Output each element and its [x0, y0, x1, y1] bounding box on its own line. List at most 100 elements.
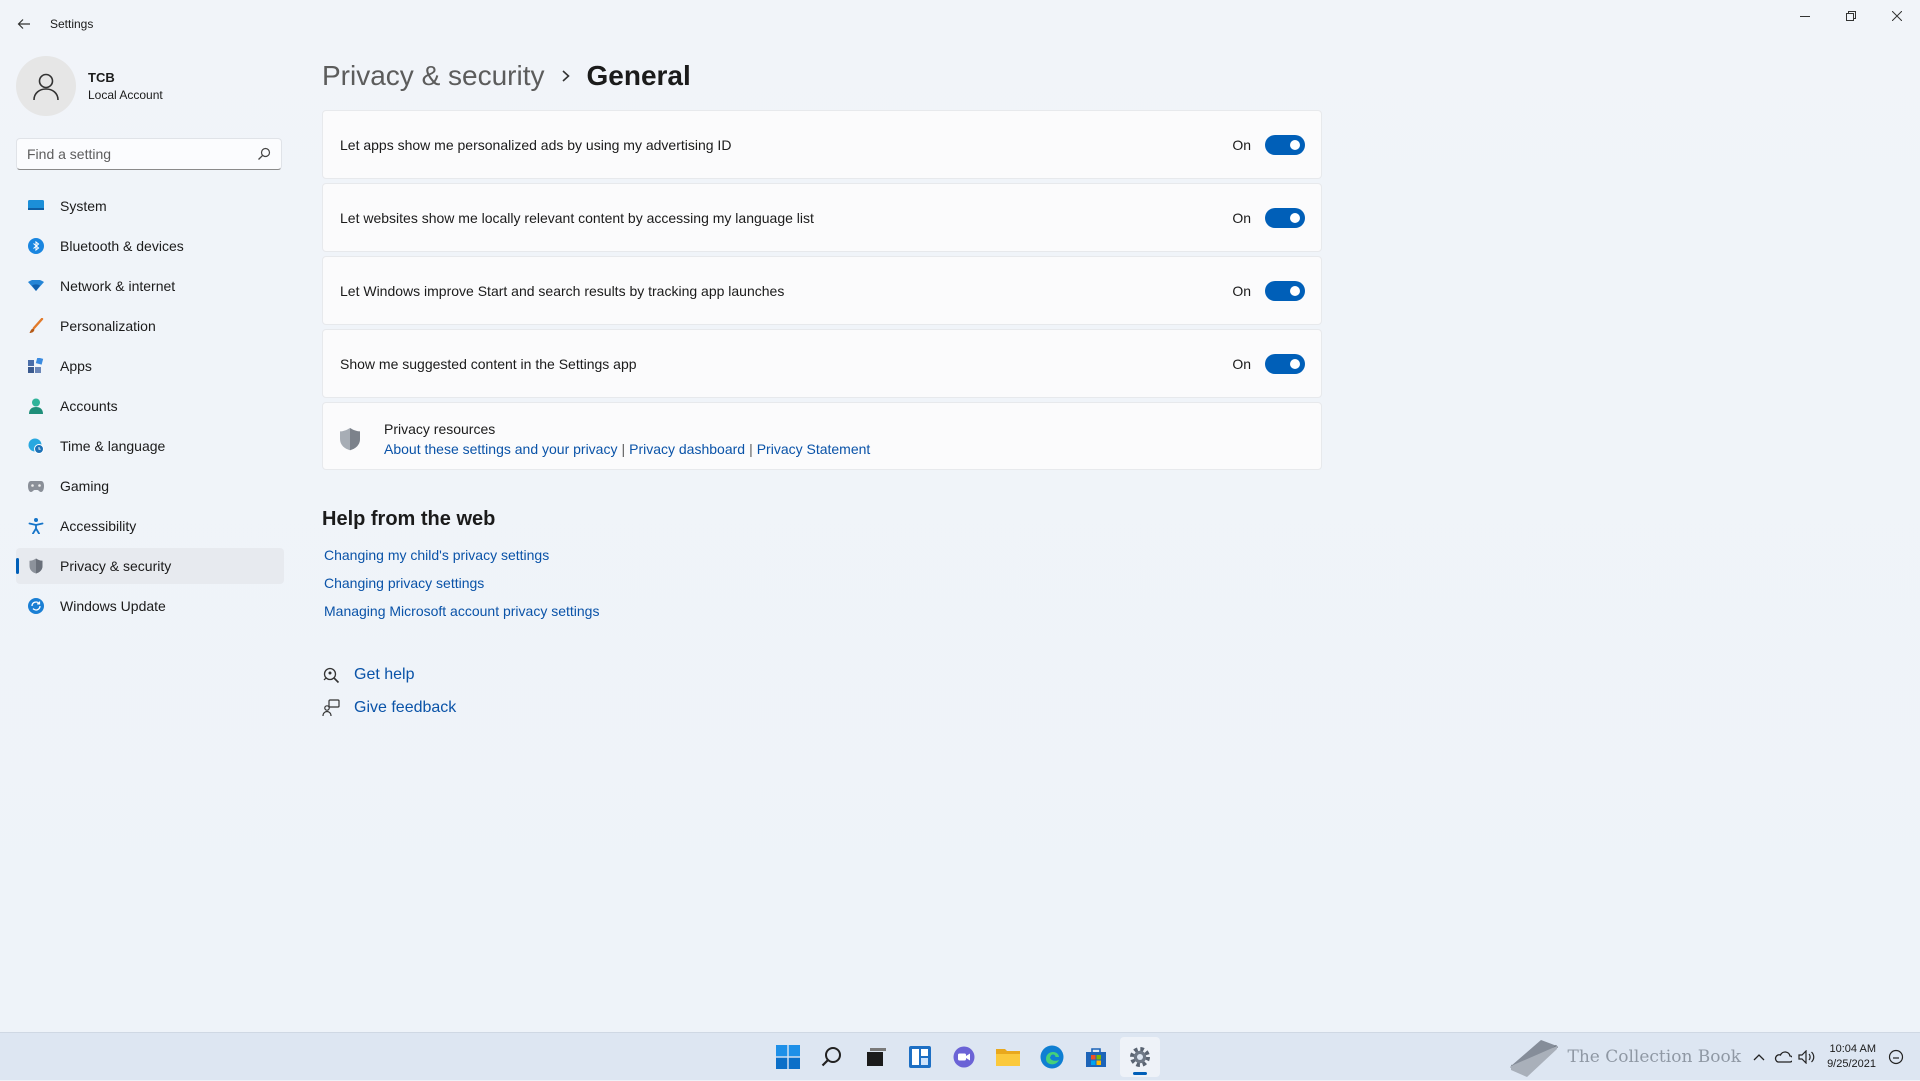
shield-icon — [28, 558, 44, 574]
system-tray: The Collection Book 10:04 AM 9/25/2021 — [1507, 1033, 1908, 1081]
user-icon — [33, 73, 59, 101]
accessibility-icon — [28, 518, 44, 534]
taskbar-search-button[interactable] — [812, 1037, 852, 1077]
setting-label: Let Windows improve Start and search res… — [340, 282, 785, 299]
edge-icon — [1040, 1045, 1064, 1069]
taskbar-store-button[interactable] — [1076, 1037, 1116, 1077]
close-button[interactable] — [1874, 0, 1920, 32]
watermark: The Collection Book — [1507, 1036, 1741, 1078]
close-icon — [1892, 11, 1902, 21]
volume-icon[interactable] — [1797, 1047, 1817, 1067]
setting-card-language-list: Let websites show me locally relevant co… — [322, 183, 1322, 252]
about-settings-link[interactable]: About these settings and your privacy — [384, 441, 617, 457]
taskbar-clock[interactable]: 10:04 AM 9/25/2021 — [1827, 1042, 1876, 1072]
profile-name: TCB — [88, 70, 115, 85]
suggested-content-toggle[interactable] — [1265, 353, 1305, 374]
user-profile[interactable]: TCB Local Account — [16, 56, 284, 116]
window-controls — [1782, 0, 1920, 32]
back-button[interactable] — [12, 12, 36, 36]
widgets-icon — [909, 1046, 931, 1068]
watermark-text: The Collection Book — [1567, 1047, 1742, 1067]
setting-card-suggested-content: Show me suggested content in the Setting… — [322, 329, 1322, 398]
sidebar-item-label: Privacy & security — [60, 558, 172, 574]
toggle-knob — [1290, 212, 1300, 223]
restore-button[interactable] — [1828, 0, 1874, 32]
setting-card-app-launches: Let Windows improve Start and search res… — [322, 256, 1322, 325]
taskbar-apps — [766, 1033, 1162, 1081]
book-icon — [1510, 1040, 1559, 1077]
setting-label: Let websites show me locally relevant co… — [340, 209, 814, 226]
sidebar-item-gaming[interactable]: Gaming — [16, 468, 284, 504]
app-launches-toggle[interactable] — [1265, 280, 1305, 301]
language-list-toggle[interactable] — [1265, 207, 1305, 228]
wifi-icon — [28, 278, 44, 294]
taskbar-chat-button[interactable] — [944, 1037, 984, 1077]
taskbar: The Collection Book 10:04 AM 9/25/2021 — [0, 1032, 1920, 1080]
chevron-right-icon — [561, 69, 571, 83]
help-link-child-privacy[interactable]: Changing my child's privacy settings — [324, 547, 1324, 563]
give-feedback-item[interactable]: Give feedback — [322, 698, 1324, 718]
sidebar-item-system[interactable]: System — [16, 188, 284, 224]
taskbar-file-explorer-button[interactable] — [988, 1037, 1028, 1077]
sidebar-item-label: Gaming — [60, 478, 110, 494]
search-icon[interactable] — [257, 147, 271, 161]
minimize-button[interactable] — [1782, 0, 1828, 32]
toggle-knob — [1290, 358, 1300, 369]
monitor-icon — [28, 198, 44, 214]
privacy-dashboard-link[interactable]: Privacy dashboard — [629, 441, 745, 457]
file-explorer-icon — [996, 1049, 1020, 1066]
sidebar: TCB Local Account System Bluetooth & dev… — [16, 56, 284, 628]
help-link-microsoft-account[interactable]: Managing Microsoft account privacy setti… — [324, 603, 1324, 619]
setting-label: Show me suggested content in the Setting… — [340, 355, 637, 372]
taskbar-task-view-button[interactable] — [856, 1037, 896, 1077]
give-feedback-link[interactable]: Give feedback — [354, 699, 456, 717]
search-input[interactable] — [17, 139, 257, 169]
main-content: Privacy & security General Let apps show… — [322, 56, 1324, 731]
sidebar-item-time-language[interactable]: Time & language — [16, 428, 284, 464]
privacy-statement-link[interactable]: Privacy Statement — [757, 441, 871, 457]
sidebar-item-windows-update[interactable]: Windows Update — [16, 588, 284, 624]
taskbar-settings-button[interactable] — [1120, 1037, 1160, 1077]
brush-icon — [28, 318, 44, 334]
taskbar-widgets-button[interactable] — [900, 1037, 940, 1077]
sidebar-item-privacy-security[interactable]: Privacy & security — [16, 548, 284, 584]
back-arrow-icon — [17, 19, 30, 29]
notification-icon[interactable] — [1886, 1047, 1906, 1067]
sidebar-item-network[interactable]: Network & internet — [16, 268, 284, 304]
gamepad-icon — [28, 478, 44, 494]
sidebar-item-label: Bluetooth & devices — [60, 238, 184, 254]
sidebar-item-apps[interactable]: Apps — [16, 348, 284, 384]
sidebar-item-bluetooth[interactable]: Bluetooth & devices — [16, 228, 284, 264]
setting-label: Let apps show me personalized ads by usi… — [340, 136, 732, 153]
profile-account-type: Local Account — [88, 88, 163, 102]
privacy-resources-title: Privacy resources — [384, 421, 496, 437]
sidebar-item-label: System — [60, 198, 107, 214]
person-icon — [28, 398, 44, 414]
minimize-icon — [1800, 16, 1810, 17]
sidebar-item-accessibility[interactable]: Accessibility — [16, 508, 284, 544]
get-help-item[interactable]: Get help — [322, 665, 1324, 685]
settings-window: Settings TCB Local Account Find a settin… — [0, 0, 1920, 1032]
bluetooth-icon — [28, 238, 44, 254]
help-link-privacy-settings[interactable]: Changing privacy settings — [324, 575, 1324, 591]
chat-icon — [953, 1046, 975, 1068]
toggle-state-label: On — [1232, 282, 1251, 299]
get-help-link[interactable]: Get help — [354, 666, 414, 684]
taskbar-edge-button[interactable] — [1032, 1037, 1072, 1077]
breadcrumb-parent[interactable]: Privacy & security — [322, 60, 545, 92]
page-title: General — [586, 60, 691, 91]
advertising-id-toggle[interactable] — [1265, 134, 1305, 155]
taskbar-start-button[interactable] — [768, 1037, 808, 1077]
start-icon — [776, 1045, 800, 1069]
support-section: Get help Give feedback — [322, 665, 1324, 718]
sidebar-item-label: Accounts — [60, 398, 118, 414]
link-separator: | — [621, 441, 626, 457]
sidebar-item-accounts[interactable]: Accounts — [16, 388, 284, 424]
privacy-resources-card: Privacy resources About these settings a… — [322, 402, 1322, 470]
search-box — [16, 138, 282, 170]
sidebar-item-label: Windows Update — [60, 598, 166, 614]
sidebar-item-personalization[interactable]: Personalization — [16, 308, 284, 344]
toggle-state-label: On — [1232, 136, 1251, 153]
onedrive-icon[interactable] — [1773, 1047, 1793, 1067]
chevron-up-icon[interactable] — [1749, 1047, 1769, 1067]
